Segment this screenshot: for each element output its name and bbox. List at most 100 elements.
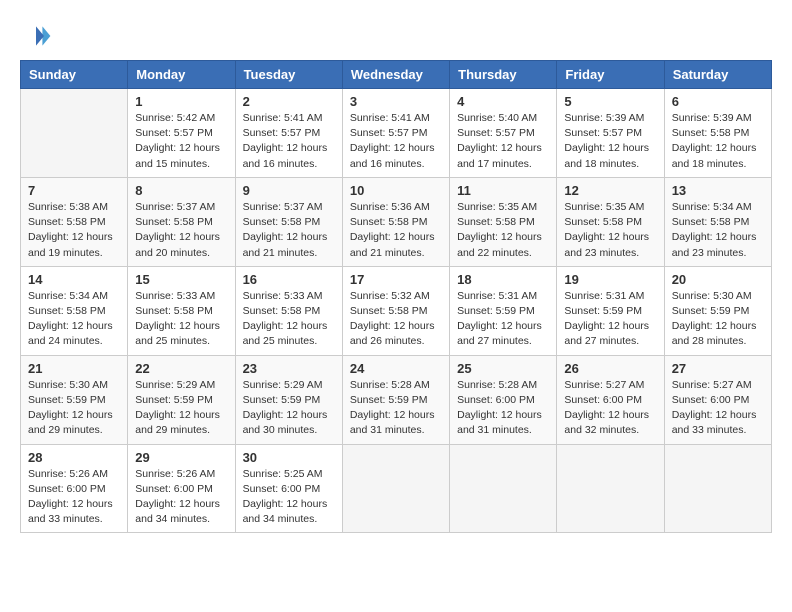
- day-number: 16: [243, 272, 335, 287]
- calendar-cell: 20 Sunrise: 5:30 AM Sunset: 5:59 PM Dayli…: [664, 266, 771, 355]
- day-number: 30: [243, 450, 335, 465]
- calendar-cell: 17 Sunrise: 5:32 AM Sunset: 5:58 PM Dayli…: [342, 266, 449, 355]
- day-info: Sunrise: 5:28 AM Sunset: 6:00 PM Dayligh…: [457, 378, 549, 439]
- calendar-row: 1 Sunrise: 5:42 AM Sunset: 5:57 PM Daylig…: [21, 89, 772, 178]
- day-info: Sunrise: 5:32 AM Sunset: 5:58 PM Dayligh…: [350, 289, 442, 350]
- day-number: 22: [135, 361, 227, 376]
- calendar-cell: 9 Sunrise: 5:37 AM Sunset: 5:58 PM Daylig…: [235, 177, 342, 266]
- column-header-saturday: Saturday: [664, 61, 771, 89]
- calendar-cell: 5 Sunrise: 5:39 AM Sunset: 5:57 PM Daylig…: [557, 89, 664, 178]
- day-number: 11: [457, 183, 549, 198]
- day-info: Sunrise: 5:27 AM Sunset: 6:00 PM Dayligh…: [564, 378, 656, 439]
- calendar-cell: 24 Sunrise: 5:28 AM Sunset: 5:59 PM Dayli…: [342, 355, 449, 444]
- day-info: Sunrise: 5:29 AM Sunset: 5:59 PM Dayligh…: [243, 378, 335, 439]
- day-info: Sunrise: 5:28 AM Sunset: 5:59 PM Dayligh…: [350, 378, 442, 439]
- day-number: 24: [350, 361, 442, 376]
- calendar-table: SundayMondayTuesdayWednesdayThursdayFrid…: [20, 60, 772, 533]
- calendar-cell: 10 Sunrise: 5:36 AM Sunset: 5:58 PM Dayli…: [342, 177, 449, 266]
- calendar-cell: 2 Sunrise: 5:41 AM Sunset: 5:57 PM Daylig…: [235, 89, 342, 178]
- day-number: 1: [135, 94, 227, 109]
- calendar-row: 7 Sunrise: 5:38 AM Sunset: 5:58 PM Daylig…: [21, 177, 772, 266]
- calendar-cell: [342, 444, 449, 533]
- day-info: Sunrise: 5:30 AM Sunset: 5:59 PM Dayligh…: [28, 378, 120, 439]
- column-header-sunday: Sunday: [21, 61, 128, 89]
- day-number: 25: [457, 361, 549, 376]
- day-info: Sunrise: 5:35 AM Sunset: 5:58 PM Dayligh…: [457, 200, 549, 261]
- day-info: Sunrise: 5:37 AM Sunset: 5:58 PM Dayligh…: [243, 200, 335, 261]
- calendar-cell: 6Sunrise: 5:39 AM Sunset: 5:58 PM Daylig…: [664, 89, 771, 178]
- page-wrapper: SundayMondayTuesdayWednesdayThursdayFrid…: [20, 20, 772, 533]
- calendar-cell: [21, 89, 128, 178]
- day-info: Sunrise: 5:26 AM Sunset: 6:00 PM Dayligh…: [28, 467, 120, 528]
- day-number: 23: [243, 361, 335, 376]
- day-info: Sunrise: 5:27 AM Sunset: 6:00 PM Dayligh…: [672, 378, 764, 439]
- day-info: Sunrise: 5:39 AM Sunset: 5:58 PM Dayligh…: [672, 111, 764, 172]
- calendar-cell: 22 Sunrise: 5:29 AM Sunset: 5:59 PM Dayli…: [128, 355, 235, 444]
- day-info: Sunrise: 5:39 AM Sunset: 5:57 PM Dayligh…: [564, 111, 656, 172]
- column-header-friday: Friday: [557, 61, 664, 89]
- column-header-monday: Monday: [128, 61, 235, 89]
- day-number: 5: [564, 94, 656, 109]
- day-number: 9: [243, 183, 335, 198]
- calendar-cell: 25 Sunrise: 5:28 AM Sunset: 6:00 PM Dayli…: [450, 355, 557, 444]
- day-number: 27: [672, 361, 764, 376]
- calendar-cell: 7 Sunrise: 5:38 AM Sunset: 5:58 PM Daylig…: [21, 177, 128, 266]
- calendar-cell: 8 Sunrise: 5:37 AM Sunset: 5:58 PM Daylig…: [128, 177, 235, 266]
- calendar-cell: 19 Sunrise: 5:31 AM Sunset: 5:59 PM Dayli…: [557, 266, 664, 355]
- day-info: Sunrise: 5:25 AM Sunset: 6:00 PM Dayligh…: [243, 467, 335, 528]
- day-number: 18: [457, 272, 549, 287]
- calendar-cell: 15 Sunrise: 5:33 AM Sunset: 5:58 PM Dayli…: [128, 266, 235, 355]
- calendar-cell: 27 Sunrise: 5:27 AM Sunset: 6:00 PM Dayli…: [664, 355, 771, 444]
- calendar-row: 28 Sunrise: 5:26 AM Sunset: 6:00 PM Dayli…: [21, 444, 772, 533]
- day-number: 10: [350, 183, 442, 198]
- calendar-cell: 1 Sunrise: 5:42 AM Sunset: 5:57 PM Daylig…: [128, 89, 235, 178]
- day-number: 28: [28, 450, 120, 465]
- day-number: 2: [243, 94, 335, 109]
- calendar-cell: 26 Sunrise: 5:27 AM Sunset: 6:00 PM Dayli…: [557, 355, 664, 444]
- day-number: 17: [350, 272, 442, 287]
- calendar-cell: [664, 444, 771, 533]
- day-number: 3: [350, 94, 442, 109]
- calendar-header: SundayMondayTuesdayWednesdayThursdayFrid…: [21, 61, 772, 89]
- logo-icon: [20, 20, 52, 52]
- day-number: 26: [564, 361, 656, 376]
- day-number: 19: [564, 272, 656, 287]
- calendar-cell: [557, 444, 664, 533]
- day-info: Sunrise: 5:33 AM Sunset: 5:58 PM Dayligh…: [135, 289, 227, 350]
- day-info: Sunrise: 5:30 AM Sunset: 5:59 PM Dayligh…: [672, 289, 764, 350]
- day-info: Sunrise: 5:38 AM Sunset: 5:58 PM Dayligh…: [28, 200, 120, 261]
- day-info: Sunrise: 5:42 AM Sunset: 5:57 PM Dayligh…: [135, 111, 227, 172]
- day-number: 13: [672, 183, 764, 198]
- column-header-thursday: Thursday: [450, 61, 557, 89]
- calendar-cell: [450, 444, 557, 533]
- calendar-row: 14 Sunrise: 5:34 AM Sunset: 5:58 PM Dayli…: [21, 266, 772, 355]
- day-number: 8: [135, 183, 227, 198]
- day-info: Sunrise: 5:34 AM Sunset: 5:58 PM Dayligh…: [672, 200, 764, 261]
- day-info: Sunrise: 5:37 AM Sunset: 5:58 PM Dayligh…: [135, 200, 227, 261]
- day-number: 12: [564, 183, 656, 198]
- column-header-tuesday: Tuesday: [235, 61, 342, 89]
- calendar-cell: 18 Sunrise: 5:31 AM Sunset: 5:59 PM Dayli…: [450, 266, 557, 355]
- calendar-cell: 23 Sunrise: 5:29 AM Sunset: 5:59 PM Dayli…: [235, 355, 342, 444]
- calendar-cell: 14 Sunrise: 5:34 AM Sunset: 5:58 PM Dayli…: [21, 266, 128, 355]
- calendar-cell: 30 Sunrise: 5:25 AM Sunset: 6:00 PM Dayli…: [235, 444, 342, 533]
- calendar-cell: 3 Sunrise: 5:41 AM Sunset: 5:57 PM Daylig…: [342, 89, 449, 178]
- day-info: Sunrise: 5:26 AM Sunset: 6:00 PM Dayligh…: [135, 467, 227, 528]
- day-info: Sunrise: 5:31 AM Sunset: 5:59 PM Dayligh…: [564, 289, 656, 350]
- day-number: 14: [28, 272, 120, 287]
- page-header: [20, 20, 772, 52]
- column-header-wednesday: Wednesday: [342, 61, 449, 89]
- day-info: Sunrise: 5:29 AM Sunset: 5:59 PM Dayligh…: [135, 378, 227, 439]
- day-info: Sunrise: 5:34 AM Sunset: 5:58 PM Dayligh…: [28, 289, 120, 350]
- day-number: 7: [28, 183, 120, 198]
- day-info: Sunrise: 5:31 AM Sunset: 5:59 PM Dayligh…: [457, 289, 549, 350]
- day-info: Sunrise: 5:36 AM Sunset: 5:58 PM Dayligh…: [350, 200, 442, 261]
- day-info: Sunrise: 5:41 AM Sunset: 5:57 PM Dayligh…: [350, 111, 442, 172]
- day-info: Sunrise: 5:41 AM Sunset: 5:57 PM Dayligh…: [243, 111, 335, 172]
- calendar-cell: 11 Sunrise: 5:35 AM Sunset: 5:58 PM Dayli…: [450, 177, 557, 266]
- day-number: 20: [672, 272, 764, 287]
- calendar-row: 21Sunrise: 5:30 AM Sunset: 5:59 PM Dayli…: [21, 355, 772, 444]
- calendar-cell: 29Sunrise: 5:26 AM Sunset: 6:00 PM Dayli…: [128, 444, 235, 533]
- logo: [20, 20, 56, 52]
- day-number: 15: [135, 272, 227, 287]
